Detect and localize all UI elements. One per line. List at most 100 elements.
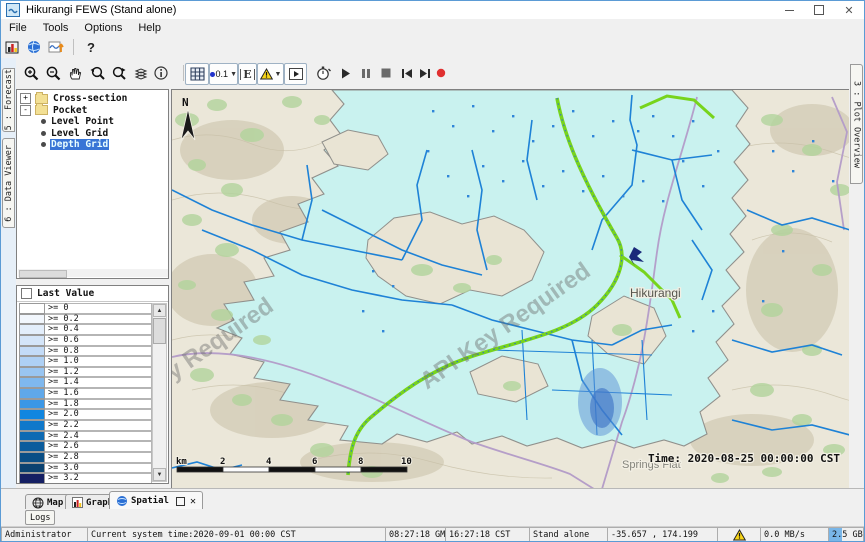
pan-icon[interactable]: [65, 63, 85, 83]
movie-player-icon[interactable]: [284, 63, 307, 85]
last-value-checkbox[interactable]: [21, 288, 32, 299]
menu-help[interactable]: Help: [130, 22, 169, 34]
layers-icon[interactable]: [131, 63, 151, 83]
zoom-in-icon[interactable]: [21, 63, 41, 83]
svg-text:10: 10: [401, 457, 412, 467]
tree-item-depth-grid[interactable]: Depth Grid: [17, 139, 168, 151]
menu-tools[interactable]: Tools: [35, 22, 77, 34]
node-bullet-icon: [41, 131, 46, 136]
left-tab-strip: 5 : Forecast 6 : Data Viewer: [1, 58, 16, 488]
color-swatch: [19, 463, 45, 474]
tab-plot-overview[interactable]: 3 : Plot Overview: [850, 64, 863, 184]
color-swatch: [19, 346, 45, 357]
expand-icon[interactable]: +: [20, 93, 31, 104]
grid-display-icon[interactable]: [185, 63, 209, 85]
warning-dropdown[interactable]: ▼: [257, 63, 284, 85]
menu-options[interactable]: Options: [76, 22, 130, 34]
play-button[interactable]: [339, 63, 353, 83]
color-swatch: [19, 303, 45, 314]
tab-data-viewer[interactable]: 6 : Data Viewer: [2, 138, 15, 228]
legend-row[interactable]: >= 0.8: [19, 346, 152, 357]
legend-row[interactable]: >= 1.2: [19, 367, 152, 378]
logs-button[interactable]: Logs: [25, 510, 55, 525]
main-toolbar: ?: [1, 36, 864, 59]
legend-row[interactable]: >= 2.0: [19, 409, 152, 420]
maximize-button[interactable]: [804, 1, 834, 19]
warning-icon: [733, 529, 746, 541]
legend-row[interactable]: >= 3.0: [19, 463, 152, 474]
info-icon[interactable]: [151, 63, 171, 83]
minimize-button[interactable]: [774, 1, 804, 19]
color-swatch: [19, 324, 45, 335]
tab-forecast[interactable]: 5 : Forecast: [2, 68, 15, 132]
close-button[interactable]: ✕: [834, 1, 864, 19]
step-forward-button[interactable]: [417, 63, 433, 83]
legend-row[interactable]: >= 2.4: [19, 431, 152, 442]
legend-row[interactable]: >= 1.4: [19, 377, 152, 388]
map-view[interactable]: API Key Required API Key Required Hikura…: [171, 89, 849, 488]
warning-icon: [260, 68, 273, 80]
legend-row[interactable]: >= 3.2: [19, 473, 152, 484]
legend-row[interactable]: >= 0.6: [19, 335, 152, 346]
right-tab-strip: 3 : Plot Overview: [848, 58, 864, 488]
tree-horizontal-scrollbar[interactable]: [18, 269, 169, 277]
collapse-icon[interactable]: -: [20, 105, 31, 116]
legend-row[interactable]: >= 0.4: [19, 324, 152, 335]
tab-spatial[interactable]: Spatial ✕: [109, 491, 203, 510]
help-icon[interactable]: ?: [80, 37, 102, 57]
color-swatch: [19, 420, 45, 431]
menu-bar: File Tools Options Help: [1, 19, 864, 36]
legend-scrollbar[interactable]: ▲ ▼: [152, 303, 167, 482]
window-title: Hikurangi FEWS (Stand alone): [26, 4, 176, 16]
app-icon: [6, 3, 20, 17]
maximize-tab-icon[interactable]: [176, 497, 185, 506]
color-swatch: [19, 431, 45, 442]
spatial-display-icon[interactable]: [23, 37, 45, 57]
legend-row[interactable]: >= 0.2: [19, 314, 152, 325]
tab-map[interactable]: Map: [25, 494, 70, 510]
tree-item-level-point[interactable]: Level Point: [17, 116, 168, 128]
town-label: Hikurangi: [630, 286, 681, 300]
color-swatch: [19, 314, 45, 325]
timer-icon[interactable]: [313, 63, 333, 83]
legend-table: >= 0 >= 0.2 >= 0.4 >= 0.6 >= 0.8 >= 1.0 …: [19, 303, 152, 483]
globe-icon: [116, 495, 128, 507]
logs-row: Logs: [1, 509, 864, 526]
threshold-dropdown[interactable]: 0.1 ▼: [209, 63, 238, 85]
folder-icon: [35, 105, 48, 115]
legend-row[interactable]: >= 2.6: [19, 441, 152, 452]
status-gmt-time: 08:27:18 GMT: [385, 527, 445, 542]
app-window: Hikurangi FEWS (Stand alone) ✕ File Tool…: [0, 0, 865, 542]
zoom-previous-icon[interactable]: [87, 63, 107, 83]
tree-item-pocket[interactable]: - Pocket: [17, 105, 168, 117]
menu-file[interactable]: File: [1, 22, 35, 34]
legend-row[interactable]: >= 2.2: [19, 420, 152, 431]
legend-toggle-button[interactable]: E: [238, 63, 257, 85]
time-series-display-icon[interactable]: [45, 37, 67, 57]
zoom-next-icon[interactable]: [109, 63, 129, 83]
database-display-icon[interactable]: [1, 37, 23, 57]
tree-item-level-grid[interactable]: Level Grid: [17, 128, 168, 140]
legend-row[interactable]: >= 1.8: [19, 399, 152, 410]
zoom-out-icon[interactable]: [43, 63, 63, 83]
status-mode: Stand alone: [529, 527, 607, 542]
stop-button[interactable]: [379, 63, 393, 83]
legend-row[interactable]: >= 2.8: [19, 452, 152, 463]
color-swatch: [19, 473, 45, 484]
status-system-time: Current system time:2020-09-01 00:00 CST: [87, 527, 385, 542]
status-warning-cell[interactable]: [717, 527, 760, 542]
scroll-up-icon: ▲: [153, 304, 166, 317]
legend-row[interactable]: >= 1.0: [19, 356, 152, 367]
legend-title: Last Value: [37, 288, 94, 299]
close-tab-icon[interactable]: ✕: [190, 496, 196, 507]
svg-text:2: 2: [220, 457, 225, 467]
legend-panel: Last Value >= 0 >= 0.2 >= 0.4 >= 0.6 >= …: [16, 285, 169, 484]
pause-button[interactable]: [359, 63, 373, 83]
left-panel: + Cross-section - Pocket Level Point Lev…: [16, 89, 171, 488]
svg-text:4: 4: [266, 457, 272, 467]
status-memory: 2.5 GB: [828, 527, 864, 542]
record-button[interactable]: [435, 63, 447, 83]
step-back-button[interactable]: [399, 63, 415, 83]
legend-row[interactable]: >= 1.6: [19, 388, 152, 399]
legend-row[interactable]: >= 0: [19, 303, 152, 314]
